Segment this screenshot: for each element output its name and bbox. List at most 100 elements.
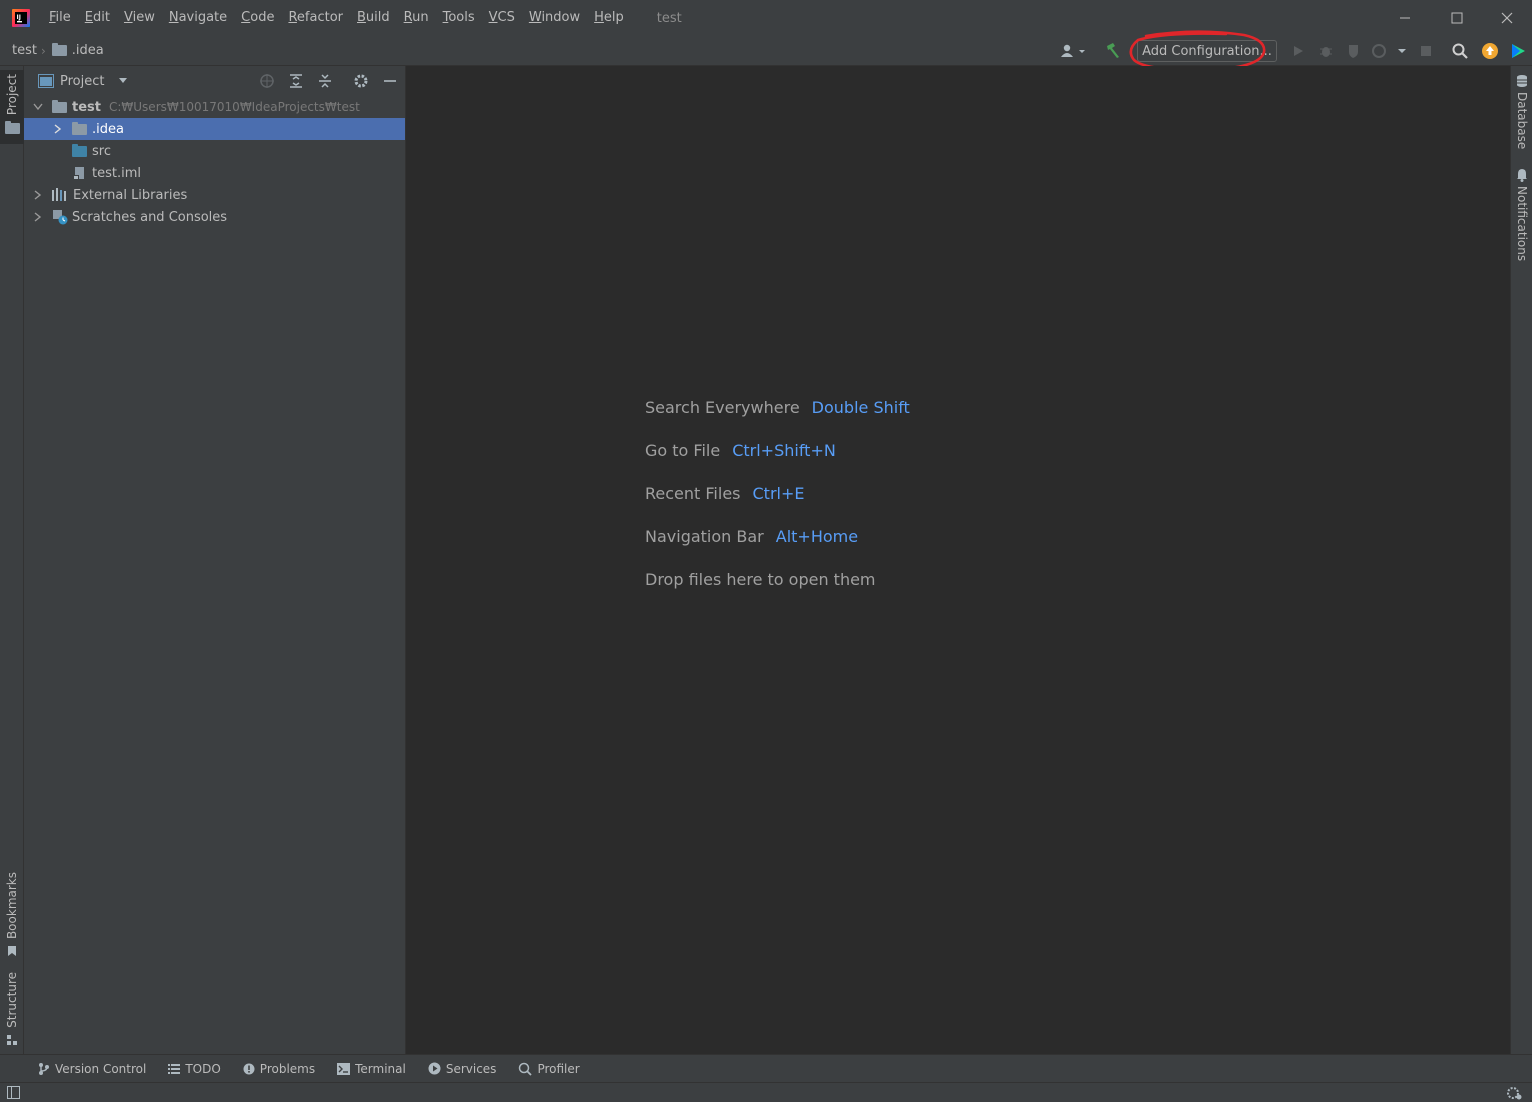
tree-node-src[interactable]: src <box>24 140 405 162</box>
tool-tab-structure[interactable]: Structure <box>0 972 24 1052</box>
code-with-me-button[interactable] <box>1508 41 1528 61</box>
hint-shortcut: Ctrl+Shift+N <box>732 441 836 460</box>
project-view-icon <box>38 74 54 88</box>
bell-icon <box>1517 169 1527 182</box>
services-icon <box>428 1062 441 1075</box>
chevron-down-icon[interactable] <box>32 101 44 113</box>
tab-profiler[interactable]: Profiler <box>518 1062 580 1076</box>
chevron-right-icon[interactable] <box>32 211 44 223</box>
tab-services[interactable]: Services <box>428 1061 497 1076</box>
menu-window[interactable]: Window <box>522 0 587 36</box>
expand-all-icon[interactable] <box>288 73 304 89</box>
search-everywhere-button[interactable] <box>1450 41 1470 61</box>
hint-shortcut: Double Shift <box>811 398 910 417</box>
coverage-shield-icon <box>1349 45 1358 58</box>
chevron-down-icon[interactable] <box>118 77 128 85</box>
tool-tab-notifications-label: Notifications <box>1515 186 1529 262</box>
main-menu: File Edit View Navigate Code Refactor Bu… <box>42 0 631 36</box>
tree-node-external-libraries[interactable]: External Libraries <box>24 184 405 206</box>
chevron-right-icon[interactable] <box>52 123 64 135</box>
menu-help[interactable]: Help <box>587 0 631 36</box>
run-button[interactable] <box>1288 41 1308 61</box>
project-panel-header: Project <box>24 66 405 96</box>
hint-recent-files: Recent Files Ctrl+E <box>645 484 804 503</box>
coverage-button[interactable] <box>1344 41 1364 61</box>
hide-panel-icon[interactable] <box>382 73 398 89</box>
breadcrumb-project[interactable]: test <box>12 43 37 58</box>
folder-icon <box>72 121 87 135</box>
menu-refactor[interactable]: Refactor <box>281 0 350 36</box>
tool-tab-notifications[interactable]: Notifications <box>1511 168 1532 268</box>
tool-tab-database[interactable]: Database <box>1511 74 1532 158</box>
collapse-all-icon[interactable] <box>317 73 333 89</box>
tool-tab-project-label: Project <box>5 74 19 116</box>
scratches-icon <box>53 210 68 225</box>
menu-vcs[interactable]: VCS <box>482 0 522 36</box>
bottom-tool-bar: Version Control TODO Problems Terminal S… <box>0 1054 1532 1082</box>
tree-node-iml[interactable]: test.iml <box>24 162 405 184</box>
menu-view[interactable]: View <box>117 0 162 36</box>
stop-icon <box>1421 46 1431 56</box>
project-panel-title[interactable]: Project <box>60 74 104 89</box>
tab-todo[interactable]: TODO <box>168 1062 221 1076</box>
close-window-button[interactable] <box>1482 0 1532 36</box>
build-button[interactable] <box>1102 41 1124 61</box>
tool-tab-bookmarks[interactable]: Bookmarks <box>0 872 24 962</box>
breadcrumb-folder[interactable]: .idea <box>51 43 104 58</box>
tree-node-root[interactable]: test C:₩Users₩10017010₩IdeaProjects₩test <box>24 96 405 118</box>
tool-tab-project[interactable]: Project <box>0 70 24 144</box>
menu-file[interactable]: File <box>42 0 78 36</box>
branch-icon <box>39 1062 49 1075</box>
search-icon <box>1452 43 1468 59</box>
debug-bug-icon <box>1320 47 1332 57</box>
tool-tab-structure-label: Structure <box>5 972 19 1028</box>
chevron-right-icon[interactable] <box>32 189 44 201</box>
menu-run[interactable]: Run <box>397 0 436 36</box>
debug-button[interactable] <box>1316 41 1336 61</box>
tab-version-control[interactable]: Version Control <box>38 1062 146 1076</box>
profiler-icon <box>519 1062 533 1076</box>
minimize-button[interactable] <box>1380 0 1430 36</box>
svg-text:IJ: IJ <box>17 14 21 21</box>
locate-target-icon[interactable] <box>259 73 275 89</box>
source-folder-icon <box>72 143 87 157</box>
tree-node-idea[interactable]: .idea <box>24 118 405 140</box>
bookmark-icon <box>8 946 16 957</box>
hint-label: Drop files here to open them <box>645 570 876 589</box>
minimize-icon <box>1400 17 1410 19</box>
toggle-tool-windows-icon[interactable] <box>7 1086 20 1099</box>
hint-drop-files: Drop files here to open them <box>645 570 876 589</box>
tab-services-label: Services <box>445 1061 497 1076</box>
vcs-user-button[interactable] <box>1058 41 1088 61</box>
profile-dropdown-button[interactable] <box>1370 41 1410 61</box>
update-arrow-icon <box>1482 43 1498 59</box>
tree-node-root-label: test <box>72 99 101 115</box>
event-log-icon[interactable] <box>1506 1085 1522 1100</box>
tab-terminal[interactable]: Terminal <box>337 1062 406 1076</box>
tree-node-root-path: C:₩Users₩10017010₩IdeaProjects₩test <box>108 100 360 114</box>
menu-code[interactable]: Code <box>234 0 281 36</box>
menu-build[interactable]: Build <box>350 0 397 36</box>
hint-navigation-bar: Navigation Bar Alt+Home <box>645 527 858 546</box>
hint-label: Search Everywhere <box>645 398 800 417</box>
menu-tools[interactable]: Tools <box>436 0 482 36</box>
hint-search-everywhere: Search Everywhere Double Shift <box>645 398 910 417</box>
hint-shortcut: Ctrl+E <box>752 484 805 503</box>
editor-empty-area[interactable]: Search Everywhere Double Shift Go to File… <box>406 66 1510 1054</box>
tab-problems[interactable]: Problems <box>243 1062 315 1076</box>
tree-node-iml-label: test.iml <box>92 165 141 181</box>
window-title: test <box>656 10 682 26</box>
hint-label: Go to File <box>645 441 721 460</box>
tree-node-scratches[interactable]: Scratches and Consoles <box>24 206 405 228</box>
updates-button[interactable] <box>1480 41 1500 61</box>
menu-edit[interactable]: Edit <box>78 0 117 36</box>
project-tool-window: Project test C:₩Users₩10017010₩IdeaProje… <box>24 66 406 1054</box>
maximize-button[interactable] <box>1432 0 1482 36</box>
hammer-icon <box>1107 43 1119 58</box>
tree-node-scratches-label: Scratches and Consoles <box>72 209 228 225</box>
maximize-icon <box>1451 12 1463 24</box>
menu-navigate[interactable]: Navigate <box>162 0 234 36</box>
gear-icon[interactable] <box>353 73 369 89</box>
stop-button[interactable] <box>1416 41 1436 61</box>
status-bar <box>0 1082 1532 1102</box>
